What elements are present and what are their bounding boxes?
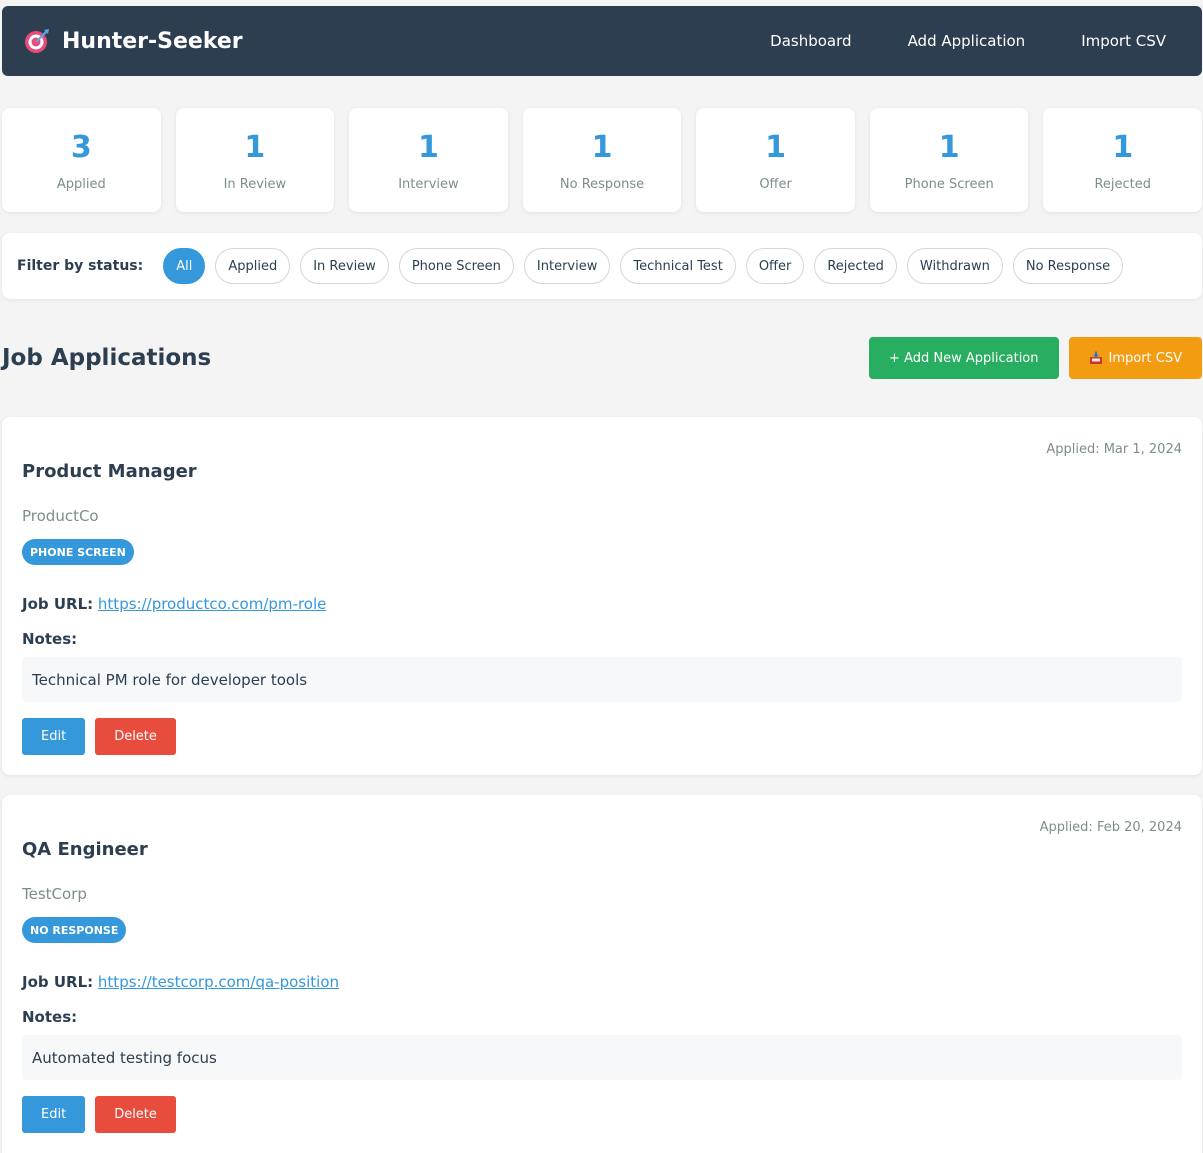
filter-pill-technical-test[interactable]: Technical Test	[620, 248, 736, 284]
add-application-button[interactable]: + Add New Application	[869, 337, 1059, 379]
filter-pill-applied[interactable]: Applied	[215, 248, 291, 284]
import-csv-button[interactable]: Import CSV	[1068, 337, 1202, 379]
nav-link-import-csv[interactable]: Import CSV	[1081, 32, 1166, 50]
filter-pill-no-response[interactable]: No Response	[1012, 248, 1124, 284]
delete-button[interactable]: Delete	[95, 718, 176, 755]
delete-button[interactable]: Delete	[95, 1096, 176, 1133]
stat-card-applied: 3 Applied	[2, 108, 161, 212]
filter-pill-in-review[interactable]: In Review	[300, 248, 389, 284]
filter-pill-rejected[interactable]: Rejected	[814, 248, 897, 284]
stat-count: 1	[244, 129, 266, 165]
job-title: Product Manager	[22, 461, 197, 482]
notes-box: Automated testing focus	[22, 1035, 1182, 1080]
status-stats: 3 Applied 1 In Review 1 Interview 1 No R…	[2, 108, 1203, 212]
status-filter-bar: Filter by status: All Applied In Review …	[2, 233, 1202, 299]
stat-card-interview: 1 Interview	[349, 108, 508, 212]
job-url-link[interactable]: https://productco.com/pm-role	[98, 595, 326, 613]
inbox-tray-icon	[1089, 351, 1102, 364]
application-card: Applied: Mar 1, 2024 Product Manager Pro…	[2, 417, 1202, 775]
job-url-label: Job URL:	[22, 973, 94, 991]
stat-label: Applied	[56, 176, 106, 192]
notes-label: Notes:	[22, 630, 78, 648]
stat-count: 1	[765, 129, 787, 165]
filter-pill-all[interactable]: All	[163, 248, 206, 284]
stat-label: Rejected	[1094, 176, 1152, 192]
stat-label: Offer	[759, 176, 792, 192]
job-url-row: Job URL: https://productco.com/pm-role	[22, 595, 326, 613]
filter-title: Filter by status:	[17, 258, 144, 274]
stat-label: Phone Screen	[904, 176, 994, 192]
stat-card-in-review: 1 In Review	[175, 108, 335, 212]
job-url-link[interactable]: https://testcorp.com/qa-position	[98, 973, 339, 991]
stat-card-phone-screen: 1 Phone Screen	[869, 108, 1029, 212]
job-url-label: Job URL:	[22, 595, 94, 613]
company-name: TestCorp	[22, 885, 87, 903]
job-url-row: Job URL: https://testcorp.com/qa-positio…	[22, 973, 339, 991]
notes-label: Notes:	[22, 1008, 78, 1026]
applied-date: Applied: Mar 1, 2024	[1046, 442, 1182, 457]
card-actions: Edit Delete	[22, 718, 176, 755]
list-header: Job Applications + Add New Application I…	[2, 337, 1202, 379]
stat-card-rejected: 1 Rejected	[1043, 108, 1203, 212]
stat-card-no-response: 1 No Response	[522, 108, 682, 212]
filter-pill-interview[interactable]: Interview	[523, 248, 611, 284]
nav-link-add-application[interactable]: Add Application	[908, 32, 1026, 50]
stat-count: 1	[1112, 129, 1134, 165]
page-title: Job Applications	[2, 345, 212, 371]
stat-label: No Response	[559, 176, 645, 192]
company-name: ProductCo	[22, 507, 99, 525]
edit-button[interactable]: Edit	[22, 1096, 86, 1133]
stat-label: Interview	[398, 176, 459, 192]
card-actions: Edit Delete	[22, 1096, 176, 1133]
nav-link-dashboard[interactable]: Dashboard	[770, 32, 851, 50]
brand[interactable]: Hunter-Seeker	[24, 28, 243, 54]
brand-name: Hunter-Seeker	[62, 28, 243, 54]
filter-pill-withdrawn[interactable]: Withdrawn	[906, 248, 1003, 284]
top-navbar: Hunter-Seeker Dashboard Add Application …	[2, 6, 1202, 76]
notes-box: Technical PM role for developer tools	[22, 657, 1182, 702]
stat-label: In Review	[223, 176, 287, 192]
status-badge: No Response	[22, 917, 127, 943]
applied-date: Applied: Feb 20, 2024	[1039, 820, 1182, 835]
stat-count: 1	[418, 129, 439, 165]
filter-pill-offer[interactable]: Offer	[745, 248, 805, 284]
edit-button[interactable]: Edit	[22, 718, 86, 755]
stat-card-offer: 1 Offer	[696, 108, 855, 212]
stat-count: 1	[938, 129, 960, 165]
job-title: QA Engineer	[22, 839, 148, 860]
stat-count: 3	[70, 129, 92, 165]
header-actions: + Add New Application Import CSV	[869, 337, 1202, 379]
stat-count: 1	[591, 129, 613, 165]
filter-pill-phone-screen[interactable]: Phone Screen	[398, 248, 514, 284]
application-card: Applied: Feb 20, 2024 QA Engineer TestCo…	[2, 795, 1202, 1153]
target-icon	[25, 29, 49, 53]
nav-links: Dashboard Add Application Import CSV	[770, 32, 1166, 50]
import-csv-label: Import CSV	[1108, 350, 1183, 366]
status-badge: Phone Screen	[22, 539, 134, 565]
